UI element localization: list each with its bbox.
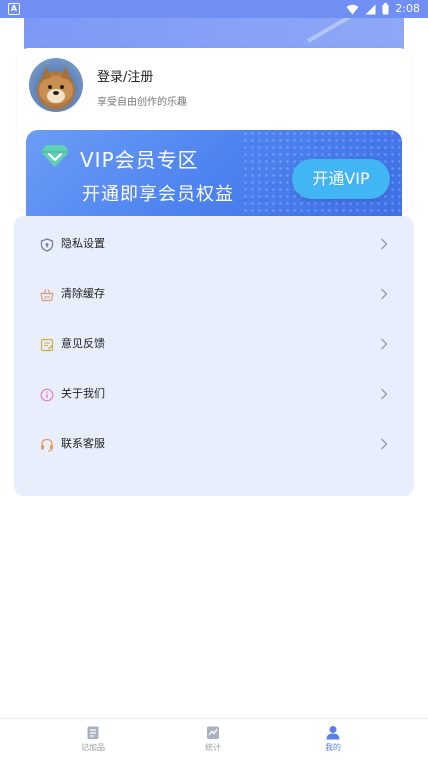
login-register-link[interactable]: 登录/注册 — [97, 66, 153, 85]
menu-item-clear-cache[interactable]: 清除缓存 — [14, 269, 414, 319]
wifi-icon — [346, 4, 359, 14]
chevron-right-icon — [381, 438, 388, 450]
menu-item-label: 隐私设置 — [61, 237, 105, 250]
menu-item-customer-service[interactable]: 联系客服 — [14, 419, 414, 469]
profile-subtitle: 享受自由创作的乐趣 — [97, 97, 187, 108]
basket-icon — [40, 289, 54, 302]
status-time: 2:08 — [395, 2, 420, 15]
avatar[interactable] — [29, 58, 83, 112]
bottom-navigation: 记加品 统计 我的 — [0, 718, 428, 760]
headset-icon — [41, 438, 53, 452]
menu-item-label: 关于我们 — [61, 387, 105, 400]
nav-tab-label: 我的 — [325, 743, 341, 752]
menu-item-about-us[interactable]: 关于我们 — [14, 369, 414, 419]
dog-avatar-image — [39, 66, 73, 104]
menu-item-privacy[interactable]: 隐私设置 — [14, 219, 414, 269]
menu-item-label: 清除缓存 — [61, 287, 105, 300]
nav-tab-stats[interactable]: 统计 — [183, 725, 243, 753]
chevron-right-icon — [381, 238, 388, 250]
status-bar: A 2:08 — [0, 0, 428, 18]
settings-menu: 隐私设置 清除缓存 意见反馈 关于我们 联系客服 — [14, 216, 414, 496]
menu-item-feedback[interactable]: 意见反馈 — [14, 319, 414, 369]
diamond-icon — [41, 145, 69, 167]
info-icon — [40, 388, 54, 402]
chevron-right-icon — [381, 338, 388, 350]
menu-item-label: 联系客服 — [61, 437, 105, 450]
vip-subtitle: 开通即享会员权益 — [82, 184, 234, 205]
nav-tab-mine[interactable]: 我的 — [303, 725, 363, 753]
nav-tab-records[interactable]: 记加品 — [63, 725, 123, 753]
person-icon — [326, 726, 340, 740]
notebook-icon — [87, 726, 99, 739]
chevron-right-icon — [381, 288, 388, 300]
vip-banner[interactable]: VIP会员专区 开通即享会员权益 开通VIP — [26, 130, 402, 216]
header-background — [24, 18, 404, 50]
feedback-icon — [40, 338, 54, 352]
chevron-right-icon — [381, 388, 388, 400]
nav-tab-label: 记加品 — [81, 743, 105, 752]
status-icons: 2:08 — [346, 2, 420, 16]
chart-icon — [207, 726, 219, 739]
battery-icon — [382, 3, 389, 15]
app-notification-icon: A — [8, 3, 20, 15]
shield-icon — [40, 238, 54, 252]
vip-title: VIP会员专区 — [80, 148, 199, 172]
signal-icon — [365, 4, 376, 14]
nav-tab-label: 统计 — [205, 743, 221, 752]
menu-item-label: 意见反馈 — [61, 337, 105, 350]
open-vip-button[interactable]: 开通VIP — [292, 159, 390, 199]
